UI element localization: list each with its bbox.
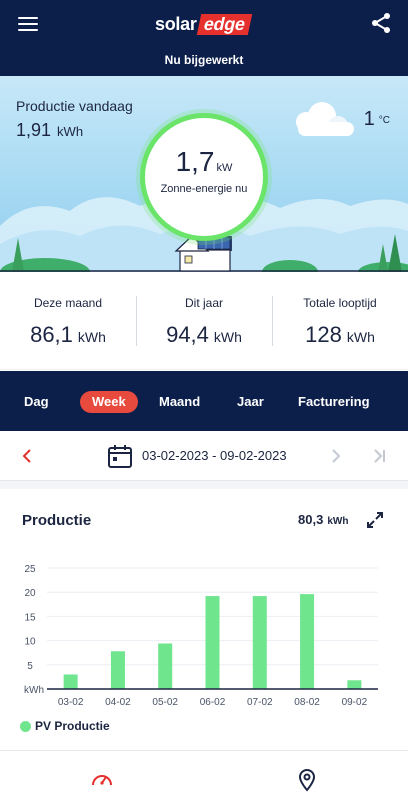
legend-label: PV Productie [35, 719, 110, 733]
x-tick-label: 08-02 [294, 697, 320, 708]
y-tick-label: 20 [24, 588, 36, 599]
chevron-left-icon[interactable] [20, 447, 34, 465]
y-tick-label: 25 [24, 564, 36, 575]
energy-totals: Deze maand 86,1 kWh Dit jaar 94,4 kWh Tota… [0, 272, 408, 370]
y-unit-label: kWh [24, 685, 44, 696]
legend-swatch [20, 720, 31, 732]
logo-edge-text: edge [196, 13, 252, 35]
total-month: Deze maand 86,1 kWh [30, 296, 106, 347]
x-tick-label: 05-02 [152, 697, 178, 708]
app-header: solar edge Nu bijgewerkt [0, 0, 408, 76]
current-power-value: 1,7 kW [175, 146, 233, 177]
skip-to-end-icon[interactable] [372, 447, 388, 465]
tab-month[interactable]: Maand [159, 391, 200, 413]
current-power-label: Zonne-energie nu [160, 183, 248, 195]
logo-solar-text: solar [155, 13, 197, 34]
calendar-icon[interactable] [107, 443, 133, 469]
update-status: Nu bijgewerkt [164, 53, 244, 67]
chevron-right-icon[interactable] [329, 447, 343, 465]
x-tick-label: 06-02 [200, 697, 226, 708]
temperature-readout: 1 °C [363, 108, 390, 130]
expand-icon[interactable] [366, 511, 384, 529]
map-pin-icon[interactable] [295, 768, 319, 792]
bar-04-02 [110, 651, 125, 689]
x-tick-label: 03-02 [58, 697, 84, 708]
panel-title: Productie [22, 512, 92, 529]
y-tick-label: 10 [24, 637, 36, 648]
tab-year[interactable]: Jaar [237, 391, 264, 413]
production-panel: Productie 80,3 kWh 25 20 15 10 5 kWh 03-02 04-02… [0, 489, 408, 749]
date-range-text: 03-02-2023 - 09-02-2023 [142, 448, 287, 463]
section-spacer [0, 481, 408, 489]
current-power-gauge: 1,7 kW Zonne-energie nu [140, 113, 268, 241]
bar-06-02 [205, 596, 220, 689]
y-tick-label: 15 [24, 612, 36, 623]
production-bar-chart: 25 20 15 10 5 kWh 03-02 04-02 05-02 06-02 07-02 08-… [24, 564, 378, 708]
bar-03-02 [63, 674, 78, 689]
total-year: Dit jaar 94,4 kWh [136, 272, 272, 369]
cloud-icon [296, 102, 354, 136]
bar-09-02 [347, 680, 362, 689]
bottom-navigation [0, 750, 408, 800]
bar-08-02 [300, 594, 315, 689]
y-tick-label: 5 [27, 661, 33, 672]
solaredge-logo: solar edge [155, 12, 252, 36]
hamburger-menu-icon[interactable] [18, 14, 40, 34]
production-today-value: 1,91 kWh [16, 120, 84, 140]
tab-day[interactable]: Dag [24, 391, 49, 413]
x-tick-label: 09-02 [342, 697, 368, 708]
x-tick-label: 07-02 [247, 697, 273, 708]
tab-billing[interactable]: Facturering [298, 391, 370, 413]
bar-05-02 [158, 643, 173, 689]
date-navigator: 03-02-2023 - 09-02-2023 [0, 431, 408, 481]
x-tick-label: 04-02 [105, 697, 131, 708]
bar-07-02 [252, 596, 267, 689]
tab-week[interactable]: Week [80, 391, 138, 413]
share-icon[interactable] [370, 12, 392, 34]
production-today-label: Productie vandaag [16, 98, 133, 114]
period-tabs: Dag Week Maand Jaar Facturering [0, 371, 408, 431]
speedometer-icon[interactable] [90, 768, 114, 792]
total-lifetime: Totale looptijd 128 kWh [272, 272, 408, 369]
panel-total: 80,3 kWh [298, 512, 349, 527]
chart-legend: PV Productie [20, 719, 110, 733]
